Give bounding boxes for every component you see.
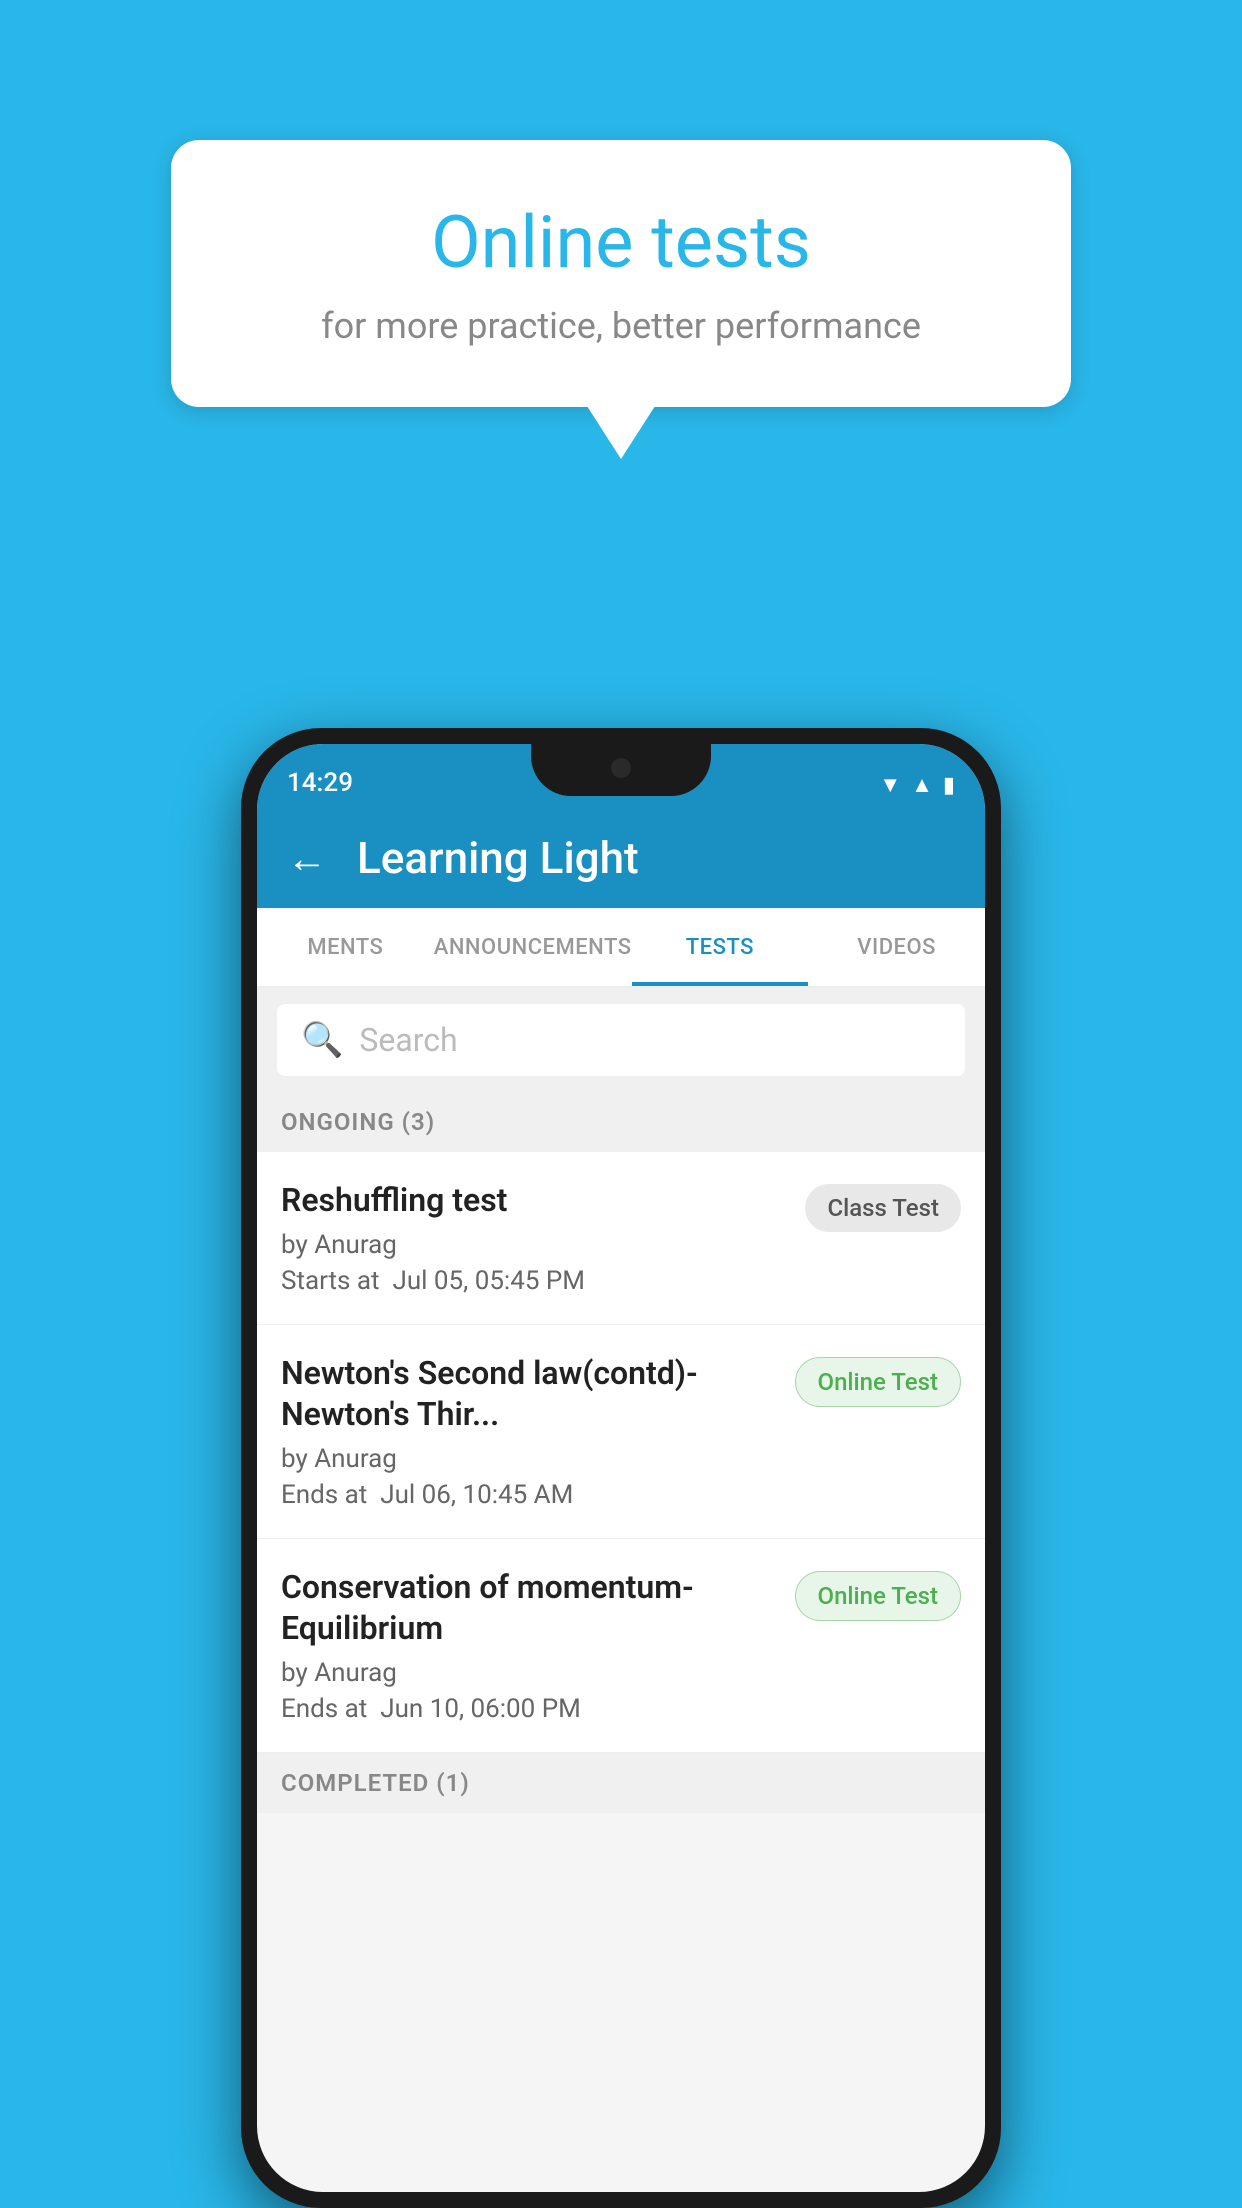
test-info-1: Reshuffling test by Anurag Starts at Jul…	[281, 1180, 805, 1296]
app-bar: ← Learning Light	[257, 808, 985, 908]
phone-screen: 14:29 ▼ ▲ ▮ ← Learning Light MENTS ANNOU…	[257, 744, 985, 2192]
phone-wrapper: 14:29 ▼ ▲ ▮ ← Learning Light MENTS ANNOU…	[241, 728, 1001, 2208]
completed-label: COMPLETED (1)	[281, 1769, 470, 1797]
test-date-label-1: Starts at	[281, 1266, 380, 1296]
test-by-2: by Anurag	[281, 1444, 779, 1474]
test-by-3: by Anurag	[281, 1658, 779, 1688]
test-name-1: Reshuffling test	[281, 1180, 789, 1222]
bubble-subtitle: for more practice, better performance	[251, 305, 991, 347]
status-icons: ▼ ▲ ▮	[879, 772, 955, 798]
test-name-3: Conservation of momentum-Equilibrium	[281, 1567, 779, 1650]
tab-videos[interactable]: VIDEOS	[808, 908, 985, 986]
test-date-label-2: Ends at	[281, 1480, 367, 1510]
test-date-3: Ends at Jun 10, 06:00 PM	[281, 1694, 779, 1724]
back-button[interactable]: ←	[287, 835, 327, 882]
test-date-value-1: Jul 05, 05:45 PM	[392, 1266, 585, 1296]
test-date-value-2: Jul 06, 10:45 AM	[380, 1480, 573, 1510]
speech-bubble-container: Online tests for more practice, better p…	[171, 140, 1071, 407]
test-by-1: by Anurag	[281, 1230, 789, 1260]
test-list: Reshuffling test by Anurag Starts at Jul…	[257, 1152, 985, 1753]
search-container: 🔍 Search	[257, 988, 985, 1092]
ongoing-section-header: ONGOING (3)	[257, 1092, 985, 1152]
phone-outer: 14:29 ▼ ▲ ▮ ← Learning Light MENTS ANNOU…	[241, 728, 1001, 2208]
search-icon: 🔍	[301, 1020, 343, 1060]
battery-icon: ▮	[943, 773, 955, 798]
test-info-3: Conservation of momentum-Equilibrium by …	[281, 1567, 795, 1724]
test-date-value-3: Jun 10, 06:00 PM	[380, 1694, 581, 1724]
test-date-1: Starts at Jul 05, 05:45 PM	[281, 1266, 789, 1296]
phone-camera	[611, 758, 631, 778]
status-time: 14:29	[287, 768, 353, 798]
test-item-2[interactable]: Newton's Second law(contd)-Newton's Thir…	[257, 1325, 985, 1539]
search-input[interactable]: Search	[359, 1021, 457, 1059]
signal-icon: ▲	[911, 772, 933, 798]
test-badge-3: Online Test	[795, 1571, 961, 1621]
test-info-2: Newton's Second law(contd)-Newton's Thir…	[281, 1353, 795, 1510]
completed-section: COMPLETED (1)	[257, 1753, 985, 1813]
ongoing-label: ONGOING (3)	[281, 1108, 435, 1136]
test-item-3[interactable]: Conservation of momentum-Equilibrium by …	[257, 1539, 985, 1753]
tabs-container: MENTS ANNOUNCEMENTS TESTS VIDEOS	[257, 908, 985, 988]
tab-announcements[interactable]: ANNOUNCEMENTS	[434, 908, 632, 986]
test-item-1[interactable]: Reshuffling test by Anurag Starts at Jul…	[257, 1152, 985, 1325]
phone-notch	[531, 744, 711, 796]
tab-ments[interactable]: MENTS	[257, 908, 434, 986]
bubble-title: Online tests	[251, 200, 991, 285]
app-bar-title: Learning Light	[357, 832, 639, 884]
test-date-2: Ends at Jul 06, 10:45 AM	[281, 1480, 779, 1510]
search-bar[interactable]: 🔍 Search	[277, 1004, 965, 1076]
speech-bubble: Online tests for more practice, better p…	[171, 140, 1071, 407]
wifi-icon: ▼	[879, 772, 901, 798]
tab-tests[interactable]: TESTS	[632, 908, 809, 986]
test-badge-1: Class Test	[805, 1184, 961, 1232]
test-name-2: Newton's Second law(contd)-Newton's Thir…	[281, 1353, 779, 1436]
test-date-label-3: Ends at	[281, 1694, 367, 1724]
test-badge-2: Online Test	[795, 1357, 961, 1407]
